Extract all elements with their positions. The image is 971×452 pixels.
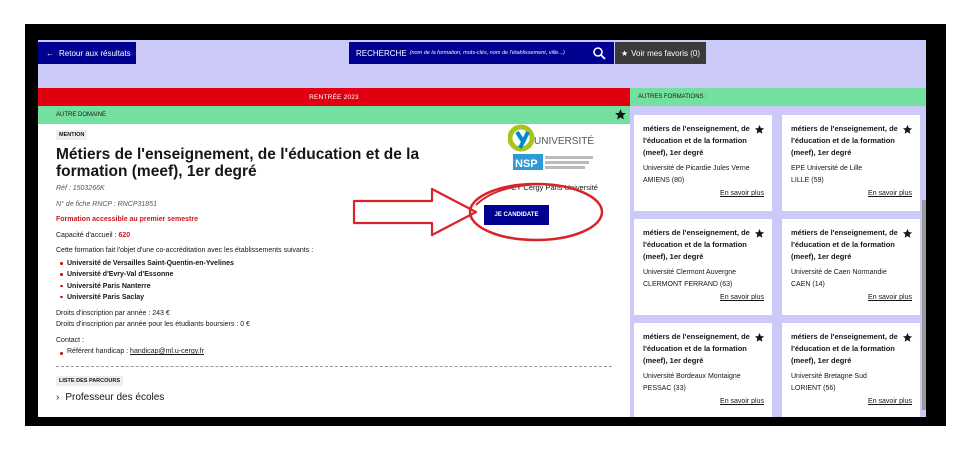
card-university: Université Bretagne Sud LORIENT (56)	[791, 371, 916, 395]
capacite-value: 620	[118, 232, 131, 239]
card-university: EPE Université de Lille LILLE (59)	[791, 163, 916, 187]
formation-details: MENTION Métiers de l'enseignement, de l'…	[38, 124, 630, 417]
screenshot-frame: ← Retour aux résultats RECHERCHE (nom de…	[0, 0, 971, 452]
list-item: Université Paris Nanterre	[60, 281, 234, 292]
list-item: Université d'Evry-Val d'Essonne	[60, 269, 234, 280]
card-university: Université Clermont Auvergne CLERMONT FER…	[643, 267, 768, 291]
favorites-label: Voir mes favoris (0)	[631, 48, 701, 58]
card-more-link[interactable]: En savoir plus	[868, 398, 912, 405]
favorite-star-icon[interactable]	[614, 108, 627, 121]
domaine-banner: AUTRE DOMAINE	[38, 106, 630, 124]
formation-card[interactable]: métiers de l'enseignement, de l'éducatio…	[634, 115, 772, 211]
formation-card[interactable]: métiers de l'enseignement, de l'éducatio…	[782, 219, 920, 315]
chevron-right-icon: ›	[56, 392, 60, 403]
formation-card[interactable]: métiers de l'enseignement, de l'éducatio…	[634, 323, 772, 417]
logo-text: UNIVERSITÉ	[534, 134, 594, 147]
card-more-link[interactable]: En savoir plus	[720, 294, 764, 301]
card-university: Université Bordeaux Montaigne PESSAC (33)	[643, 371, 768, 395]
formation-card[interactable]: métiers de l'enseignement, de l'éducatio…	[782, 115, 920, 211]
card-city: LORIENT (56)	[791, 385, 836, 392]
other-formations-heading: AUTRES FORMATIONS :	[630, 88, 926, 106]
contact-label: Contact :	[56, 337, 85, 344]
search-icon[interactable]	[592, 46, 606, 60]
favorite-star-icon[interactable]	[754, 332, 765, 343]
parcours-label: LISTE DES PARCOURS	[56, 376, 124, 386]
formation-rncp: N° de fiche RNCP : RNCP31851	[56, 201, 157, 208]
card-city: PESSAC (33)	[643, 385, 686, 392]
svg-text:NSP: NSP	[515, 158, 538, 170]
star-icon: ★	[620, 48, 629, 58]
annotation-circle	[468, 182, 604, 242]
search-placeholder: (nom de la formation, mots-clés, nom de …	[409, 50, 565, 56]
card-university-name: Université de Caen Normandie	[791, 269, 887, 276]
back-to-results-button[interactable]: ← Retour aux résultats	[38, 42, 136, 64]
card-university-name: Université de Picardie Jules Verne	[643, 165, 750, 172]
search-label: RECHERCHE	[356, 48, 407, 58]
other-formations-panel: AUTRES FORMATIONS : métiers de l'enseign…	[630, 88, 926, 417]
card-city: AMIENS (80)	[643, 177, 685, 184]
formation-card[interactable]: métiers de l'enseignement, de l'éducatio…	[634, 219, 772, 315]
card-university-name: EPE Université de Lille	[791, 165, 863, 172]
card-title: métiers de l'enseignement, de l'éducatio…	[643, 332, 750, 365]
divider	[56, 366, 612, 367]
capacite: Capacité d'accueil : 620	[56, 232, 130, 239]
accessible-notice: Formation accessible au premier semestre	[56, 216, 199, 223]
list-item: Université de Versailles Saint-Quentin-e…	[60, 258, 234, 269]
top-bar: ← Retour aux résultats RECHERCHE (nom de…	[38, 40, 926, 67]
other-formations-list: métiers de l'enseignement, de l'éducatio…	[630, 106, 926, 417]
rentree-banner: RENTRÉE 2023	[38, 88, 630, 106]
domaine-label: AUTRE DOMAINE	[56, 112, 107, 118]
card-title: métiers de l'enseignement, de l'éducatio…	[791, 124, 898, 157]
handicap-contact: Référent handicap : handicap@ml.u-cergy.…	[60, 348, 204, 355]
card-more-link[interactable]: En savoir plus	[720, 398, 764, 405]
droits-inscription: Droits d'inscription par année : 243 €	[56, 310, 170, 317]
favorite-star-icon[interactable]	[902, 332, 913, 343]
favorite-star-icon[interactable]	[902, 124, 913, 135]
droits-inscription-boursiers: Droits d'inscription par année pour les …	[56, 321, 250, 328]
formation-panel: RENTRÉE 2023 AUTRE DOMAINE MENTION Métie…	[38, 88, 630, 417]
list-item: Université Paris Saclay	[60, 292, 234, 303]
scrollbar[interactable]	[922, 200, 926, 410]
card-university: Université de Picardie Jules Verne AMIENS…	[643, 163, 768, 187]
search-bar[interactable]: RECHERCHE (nom de la formation, mots-clé…	[349, 42, 614, 64]
card-more-link[interactable]: En savoir plus	[868, 190, 912, 197]
back-to-results-label: Retour aux résultats	[59, 48, 131, 58]
formation-card[interactable]: métiers de l'enseignement, de l'éducatio…	[782, 323, 920, 417]
coaccreditation-text: Cette formation fait l'objet d'une co-ac…	[56, 247, 314, 254]
card-university-name: Université Bordeaux Montaigne	[643, 373, 741, 380]
card-more-link[interactable]: En savoir plus	[868, 294, 912, 301]
formation-title: Métiers de l'enseignement, de l'éducatio…	[56, 146, 420, 180]
etablissements-list: Université de Versailles Saint-Quentin-e…	[60, 258, 234, 303]
parcours-item-label: Professeur des écoles	[65, 392, 165, 403]
card-title: métiers de l'enseignement, de l'éducatio…	[643, 124, 750, 157]
handicap-label: Référent handicap :	[67, 348, 131, 355]
favorite-star-icon[interactable]	[902, 228, 913, 239]
formation-ref: Réf : 1503266K	[56, 185, 105, 192]
handicap-email-link[interactable]: handicap@ml.u-cergy.fr	[130, 348, 204, 355]
card-title: métiers de l'enseignement, de l'éducatio…	[791, 332, 898, 365]
university-logo: UNIVERSITÉ NSP	[508, 124, 594, 170]
mention-badge: MENTION	[56, 130, 88, 140]
parcours-item[interactable]: › Professeur des écoles	[56, 392, 164, 403]
favorite-star-icon[interactable]	[754, 124, 765, 135]
card-university-name: Université Clermont Auvergne	[643, 269, 736, 276]
card-title: métiers de l'enseignement, de l'éducatio…	[643, 228, 750, 261]
card-more-link[interactable]: En savoir plus	[720, 190, 764, 197]
favorite-star-icon[interactable]	[754, 228, 765, 239]
capacite-label: Capacité d'accueil :	[56, 232, 119, 239]
card-university-name: Université Bretagne Sud	[791, 373, 867, 380]
card-university: Université de Caen Normandie CAEN (14)	[791, 267, 916, 291]
card-title: métiers de l'enseignement, de l'éducatio…	[791, 228, 898, 261]
annotation-arrow	[352, 187, 478, 237]
card-city: CLERMONT FERRAND (63)	[643, 281, 733, 288]
card-city: LILLE (59)	[791, 177, 824, 184]
arrow-left-icon: ←	[46, 48, 54, 58]
favorites-button[interactable]: ★ Voir mes favoris (0)	[615, 42, 706, 64]
card-city: CAEN (14)	[791, 281, 825, 288]
